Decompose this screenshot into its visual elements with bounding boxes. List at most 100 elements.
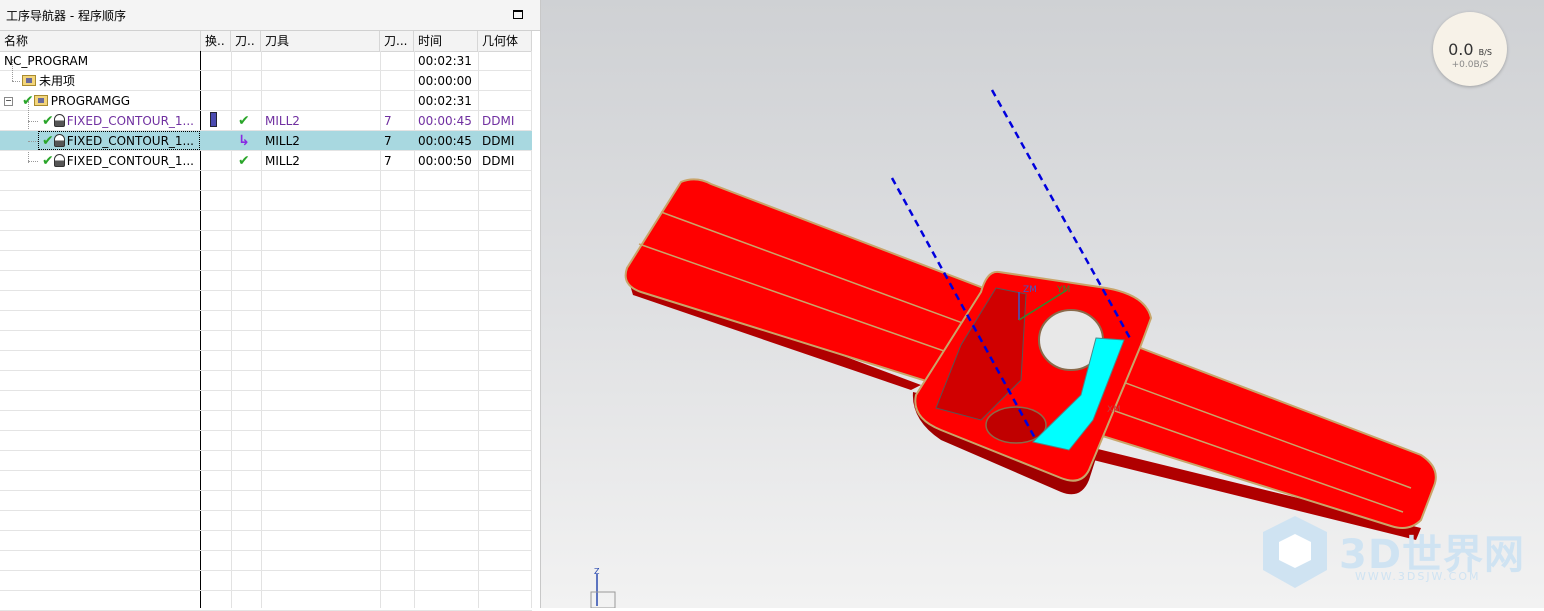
operation-icon	[53, 134, 65, 147]
empty-row	[0, 591, 532, 611]
row-name-cell: ✔ FIXED_CONTOUR_1...	[38, 151, 200, 170]
zm-label: ZM	[1023, 285, 1037, 295]
table-row[interactable]: − ✔ PROGRAMGG 00:02:31	[0, 91, 532, 111]
empty-row	[0, 371, 532, 391]
empty-row	[0, 431, 532, 451]
ym-label: YM	[1056, 285, 1070, 295]
row-name-cell: 未用项	[18, 71, 200, 90]
empty-row	[0, 491, 532, 511]
row-name-cell: ✔ FIXED_CONTOUR_1...	[38, 111, 200, 130]
empty-row	[0, 171, 532, 191]
row-time: 00:00:50	[418, 154, 472, 168]
path-cell: ↳	[234, 131, 260, 150]
table-row[interactable]: NC_PROGRAM 00:02:31	[0, 51, 532, 71]
empty-row	[0, 411, 532, 431]
empty-row	[0, 471, 532, 491]
tool-change-icon	[210, 112, 217, 127]
row-time: 00:00:45	[418, 114, 472, 128]
check-icon: ✔	[238, 153, 250, 169]
row-tool: MILL2	[265, 114, 300, 128]
check-icon: ✔	[42, 133, 54, 149]
empty-row	[0, 571, 532, 591]
tree-connector	[12, 59, 13, 81]
table-row[interactable]: ✔ FIXED_CONTOUR_1... ↳ MILL2 7 00:00:45 D…	[0, 131, 532, 151]
row-name: FIXED_CONTOUR_1...	[66, 154, 194, 168]
speed-unit: B/S	[1478, 48, 1492, 57]
empty-row	[0, 251, 532, 271]
row-name: FIXED_CONTOUR_1...	[66, 134, 194, 148]
cube-logo-icon	[1263, 516, 1327, 588]
collapse-icon[interactable]: −	[4, 97, 13, 106]
tree-connector	[28, 161, 38, 162]
check-icon: ✔	[42, 153, 54, 169]
folder-icon	[22, 75, 36, 86]
row-geometry: DDMI	[482, 154, 515, 168]
path-cell: ✔	[234, 111, 260, 130]
row-name: NC_PROGRAM	[4, 54, 89, 68]
column-path[interactable]: 刀..	[231, 31, 261, 51]
swap-cell	[206, 111, 230, 130]
tree-connector	[28, 141, 38, 142]
empty-row	[0, 391, 532, 411]
row-name: 未用项	[39, 74, 76, 88]
empty-row	[0, 531, 532, 551]
path-cell: ✔	[234, 151, 260, 170]
row-name: PROGRAMGG	[50, 94, 131, 108]
maximize-icon[interactable]	[513, 10, 523, 19]
triad-z-label: Z	[594, 568, 600, 576]
tree-connector	[28, 121, 38, 122]
row-tool: MILL2	[265, 154, 300, 168]
navigator-title: 工序导航器 - 程序顺序	[6, 9, 126, 23]
row-time: 00:00:45	[418, 134, 472, 148]
view-triad[interactable]: Z	[585, 567, 625, 608]
speed-value: 0.0	[1448, 40, 1474, 59]
empty-row	[0, 351, 532, 371]
triad-icon: Z	[590, 567, 616, 608]
empty-row	[0, 271, 532, 291]
table-row[interactable]: ✔ FIXED_CONTOUR_1... ✔ MILL2 7 00:00:50 D…	[0, 151, 532, 171]
empty-row	[0, 211, 532, 231]
row-toolnum: 7	[384, 114, 392, 128]
operation-icon	[53, 154, 65, 167]
row-toolnum: 7	[384, 154, 392, 168]
row-name-cell: ✔ FIXED_CONTOUR_1...	[38, 131, 200, 150]
row-time: 00:02:31	[418, 54, 472, 68]
watermark: 3D世界网 WWW.3DSJW.COM	[1259, 512, 1539, 602]
empty-row	[0, 231, 532, 251]
row-tool: MILL2	[265, 134, 300, 148]
empty-row	[0, 551, 532, 571]
empty-row	[0, 331, 532, 351]
table-row[interactable]: 未用项 00:00:00	[0, 71, 532, 91]
folder-icon	[33, 95, 48, 106]
operation-icon	[53, 114, 65, 127]
empty-row	[0, 451, 532, 471]
column-time[interactable]: 时间	[414, 31, 478, 51]
column-header-row: 名称 换.. 刀.. 刀具 刀... 时间 几何体	[0, 31, 532, 52]
navigator-tree-grid: NC_PROGRAM 00:02:31 未用项 00:00:00 − ✔ PROG…	[0, 51, 532, 611]
empty-row	[0, 291, 532, 311]
row-toolnum: 7	[384, 134, 392, 148]
table-row[interactable]: ✔ FIXED_CONTOUR_1... ✔ MILL2 7 00:00:45 D…	[0, 111, 532, 131]
column-name[interactable]: 名称	[0, 31, 201, 51]
empty-row	[0, 511, 532, 531]
empty-row	[0, 191, 532, 211]
empty-row	[0, 311, 532, 331]
navigator-titlebar: 工序导航器 - 程序顺序	[0, 0, 540, 31]
row-name: FIXED_CONTOUR_1...	[66, 114, 194, 128]
row-time: 00:02:31	[418, 94, 472, 108]
column-toolnum[interactable]: 刀...	[380, 31, 414, 51]
row-time: 00:00:00	[418, 74, 472, 88]
check-icon: ✔	[238, 113, 250, 129]
operation-navigator: 工序导航器 - 程序顺序 名称 换.. 刀.. 刀具 刀... 时间 几何体 N…	[0, 0, 541, 611]
regenerate-arrow-icon: ↳	[238, 133, 250, 149]
row-geometry: DDMI	[482, 114, 515, 128]
xm-label: XM	[1107, 405, 1121, 415]
check-icon: ✔	[42, 113, 54, 129]
column-swap[interactable]: 换..	[201, 31, 231, 51]
row-name-cell: ✔ PROGRAMGG	[18, 91, 200, 110]
column-geometry[interactable]: 几何体	[478, 31, 532, 51]
graphics-viewport[interactable]: ZM YM XM 0.0 B/S +0.0B/S 3D世界网 WWW.3DSJW…	[541, 0, 1544, 608]
column-tool[interactable]: 刀具	[261, 31, 380, 51]
row-geometry: DDMI	[482, 134, 515, 148]
speed-sub: +0.0B/S	[1451, 60, 1489, 70]
